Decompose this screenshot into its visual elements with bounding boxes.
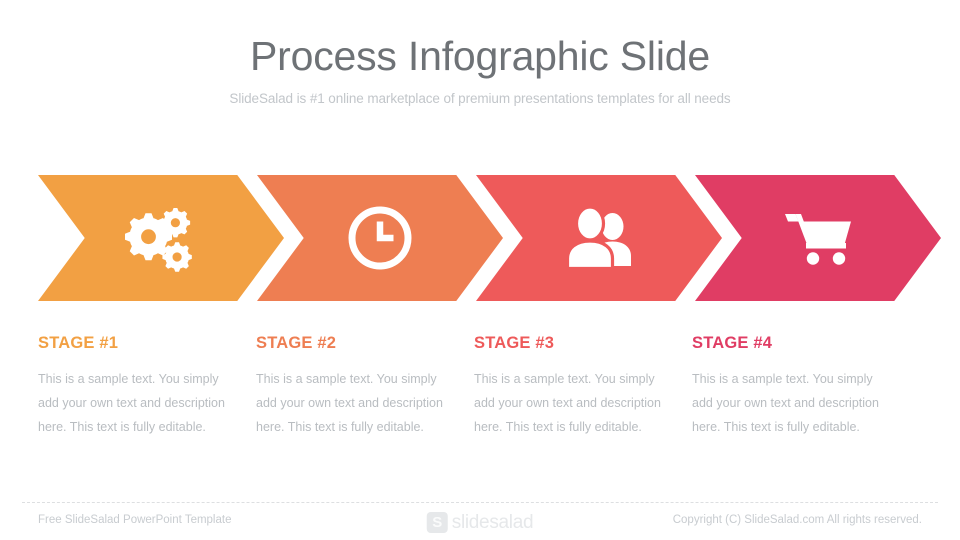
- slide-footer: Free SlideSalad PowerPoint Template S sl…: [0, 512, 960, 540]
- chevron-stage-4[interactable]: [695, 175, 941, 301]
- chevron-stage-3[interactable]: [476, 175, 722, 301]
- chevron-stage-2[interactable]: [257, 175, 503, 301]
- stage-heading-3: STAGE #3: [474, 334, 555, 352]
- chevron-stage-1[interactable]: [38, 175, 284, 301]
- logo-mark-icon: S: [426, 512, 448, 533]
- stage-column-1: STAGE #1 This is a sample text. You simp…: [38, 334, 228, 439]
- stage-column-3: STAGE #3 This is a sample text. You simp…: [474, 334, 664, 439]
- stage-heading-4: STAGE #4: [692, 334, 773, 352]
- shopping-cart-icon: [780, 200, 856, 276]
- stage-descriptions: STAGE #1 This is a sample text. You simp…: [0, 334, 960, 484]
- people-icon: [561, 200, 637, 276]
- stage-body-4: This is a sample text. You simply add yo…: [692, 371, 879, 435]
- logo-wordmark: slidesalad: [451, 512, 534, 533]
- stage-body-3: This is a sample text. You simply add yo…: [474, 371, 661, 435]
- stage-body-2: This is a sample text. You simply add yo…: [256, 371, 443, 435]
- footer-divider: [22, 502, 938, 503]
- stage-heading-2: STAGE #2: [256, 334, 337, 352]
- footer-copyright: Copyright (C) SlideSalad.com All rights …: [672, 514, 922, 526]
- stage-column-4: STAGE #4 This is a sample text. You simp…: [692, 334, 882, 439]
- slidesalad-logo: S slidesalad: [426, 512, 534, 533]
- gears-icon: [123, 200, 199, 276]
- slide-header: Process Infographic Slide SlideSalad is …: [0, 0, 960, 106]
- page-subtitle: SlideSalad is #1 online marketplace of p…: [229, 91, 731, 107]
- clock-icon: [342, 200, 418, 276]
- stage-heading-1: STAGE #1: [38, 334, 119, 352]
- stage-column-2: STAGE #2 This is a sample text. You simp…: [256, 334, 446, 439]
- stage-body-1: This is a sample text. You simply add yo…: [38, 371, 225, 435]
- page-title: Process Infographic Slide: [250, 33, 710, 79]
- footer-template-label: Free SlideSalad PowerPoint Template: [38, 514, 232, 526]
- process-chevron-band: [0, 175, 960, 301]
